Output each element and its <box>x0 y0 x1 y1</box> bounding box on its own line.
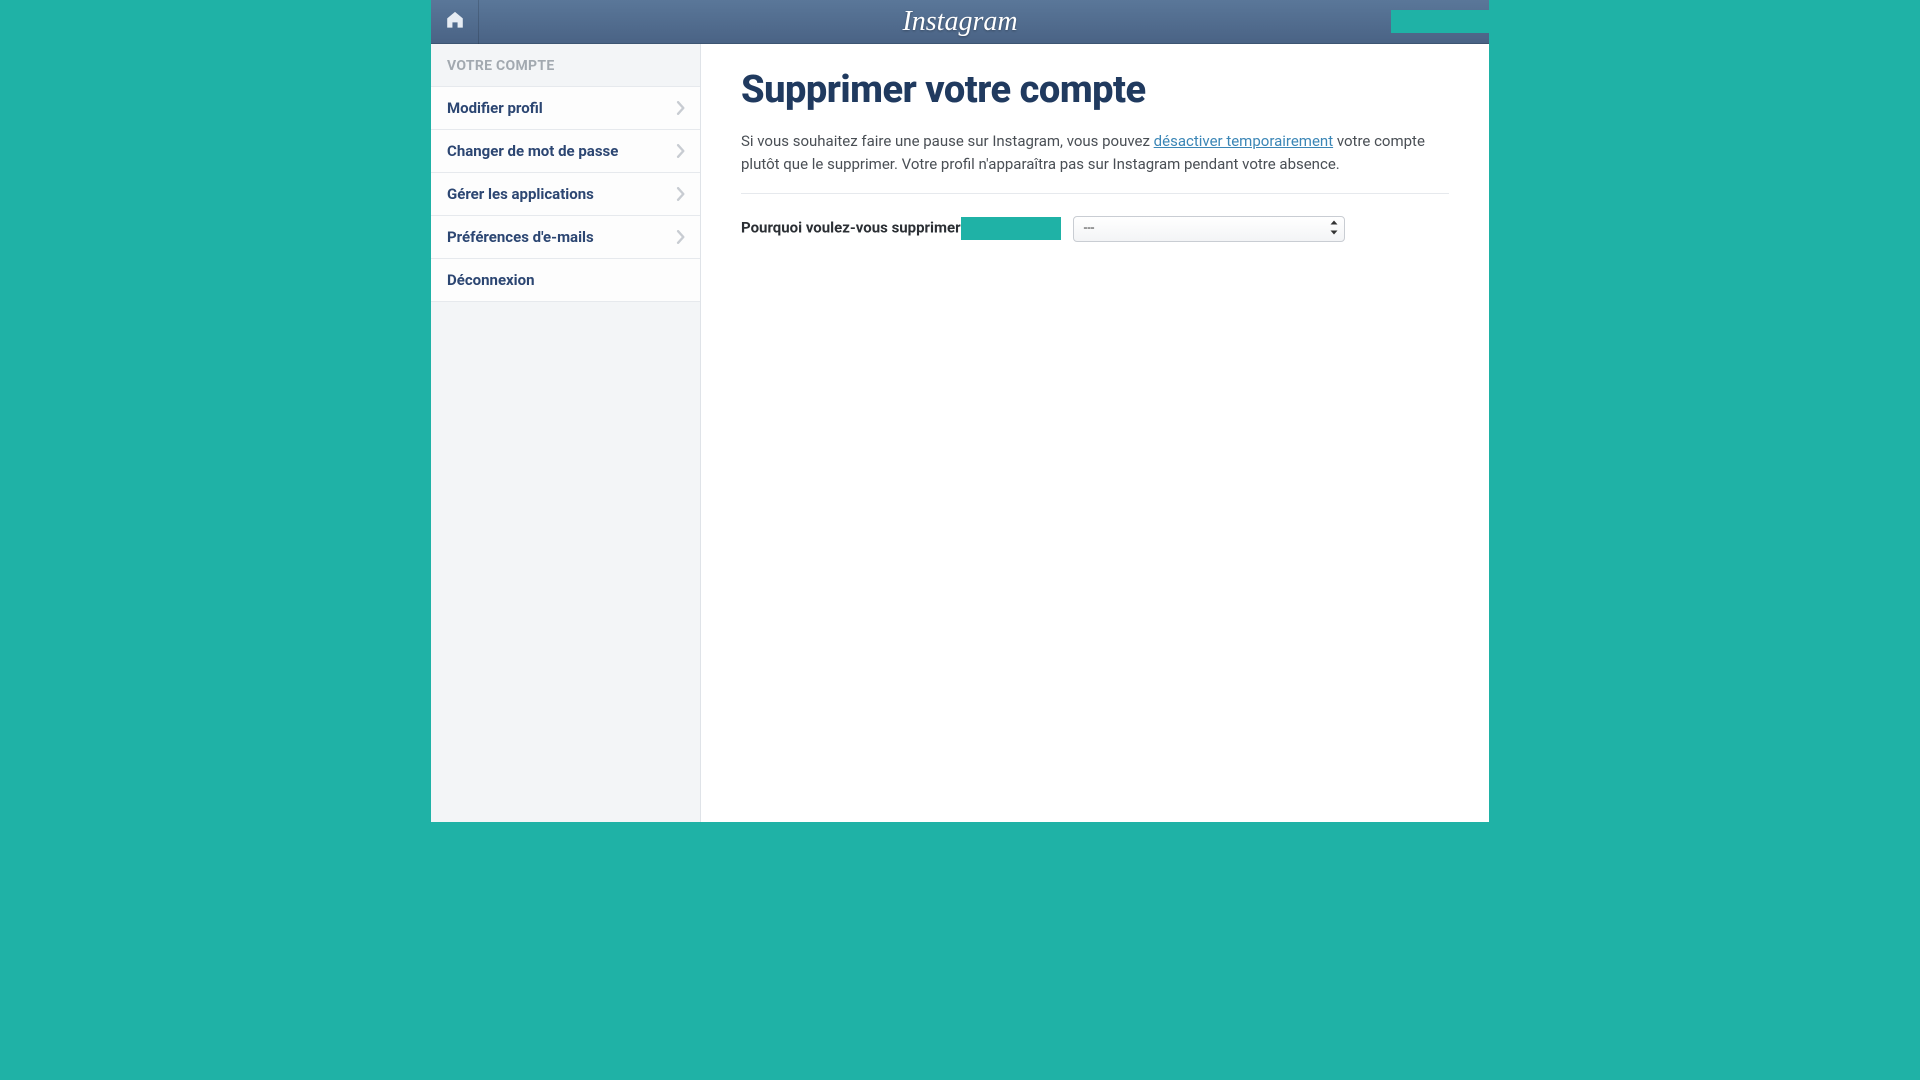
select-value: --- <box>1084 221 1095 236</box>
home-icon <box>444 9 466 35</box>
sidebar-item-label: Changer de mot de passe <box>447 142 618 160</box>
main-panel: Supprimer votre compte Si vous souhaitez… <box>701 44 1489 822</box>
sidebar-item-change-password[interactable]: Changer de mot de passe <box>431 129 700 173</box>
sidebar-item-edit-profile[interactable]: Modifier profil <box>431 86 700 130</box>
home-button[interactable] <box>431 0 479 44</box>
delete-reason-select[interactable]: --- <box>1073 216 1345 242</box>
sidebar-item-label: Modifier profil <box>447 99 543 117</box>
lead-text-before: Si vous souhaitez faire une pause sur In… <box>741 132 1154 150</box>
sidebar-item-logout[interactable]: Déconnexion <box>431 258 700 302</box>
content-area: VOTRE COMPTE Modifier profil Changer de … <box>431 44 1489 822</box>
sidebar-item-label: Gérer les applications <box>447 185 594 203</box>
sidebar-item-label: Déconnexion <box>447 271 535 289</box>
redacted-block <box>1391 10 1489 33</box>
sidebar: VOTRE COMPTE Modifier profil Changer de … <box>431 44 701 822</box>
redacted-username <box>961 217 1061 240</box>
sidebar-header: VOTRE COMPTE <box>431 44 700 86</box>
delete-reason-label: Pourquoi voulez-vous supprimer <box>741 217 1061 240</box>
chevron-right-icon <box>676 187 686 201</box>
lead-paragraph: Si vous souhaitez faire une pause sur In… <box>741 130 1449 194</box>
delete-reason-row: Pourquoi voulez-vous supprimer --- <box>741 216 1449 242</box>
sidebar-item-manage-apps[interactable]: Gérer les applications <box>431 172 700 216</box>
delete-reason-select-wrap: --- <box>1073 216 1345 242</box>
chevron-right-icon <box>676 144 686 158</box>
page-title: Supprimer votre compte <box>741 68 1449 112</box>
chevron-right-icon <box>676 101 686 115</box>
app-window: Instagram VOTRE COMPTE Modifier profil C… <box>431 0 1489 822</box>
delete-reason-label-text: Pourquoi voulez-vous supprimer <box>741 218 961 236</box>
sidebar-item-email-preferences[interactable]: Préférences d'e-mails <box>431 215 700 259</box>
disable-temporarily-link[interactable]: désactiver temporairement <box>1154 132 1333 150</box>
topbar: Instagram <box>431 0 1489 44</box>
brand-logo[interactable]: Instagram <box>902 0 1017 44</box>
sidebar-item-label: Préférences d'e-mails <box>447 228 594 246</box>
brand-logo-text: Instagram <box>902 6 1017 38</box>
chevron-right-icon <box>676 230 686 244</box>
